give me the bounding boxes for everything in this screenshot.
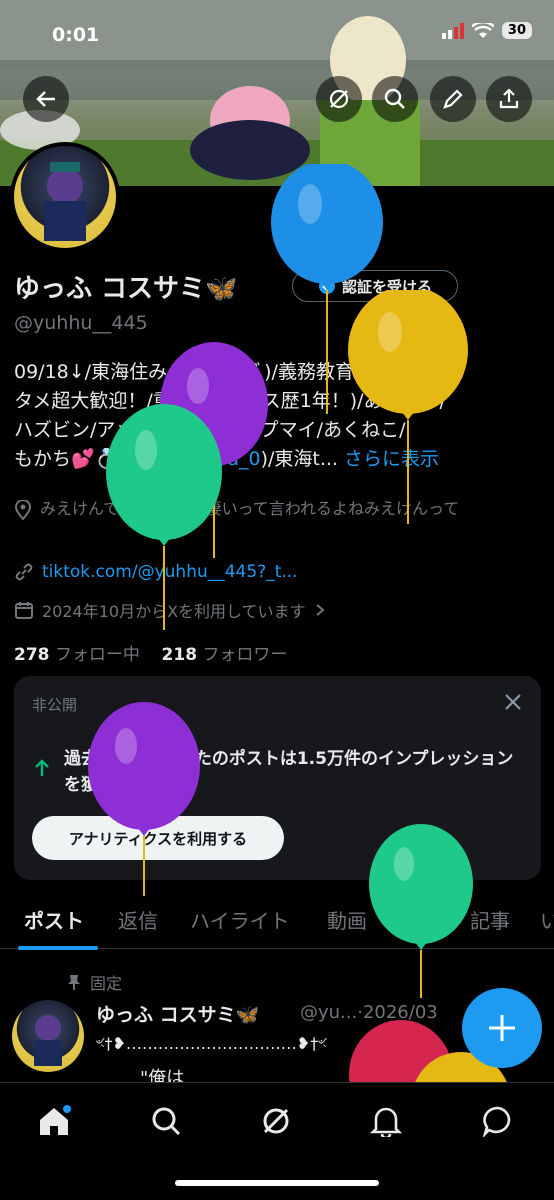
tab-highlights[interactable]: ハイライト — [190, 905, 290, 934]
balloon-purple — [88, 702, 200, 896]
home-indicator — [175, 1180, 379, 1186]
post-author-avatar[interactable] — [12, 1000, 84, 1072]
nav-notifications[interactable] — [366, 1101, 406, 1141]
tab-replies[interactable]: 返信 — [118, 905, 158, 934]
wifi-icon — [471, 22, 494, 38]
following-count: 278 — [14, 645, 50, 665]
status-time: 0:01 — [52, 24, 100, 46]
followers-label: フォロワー — [202, 645, 288, 665]
battery-icon: 30 — [501, 22, 532, 39]
chevron-right-icon — [315, 604, 325, 616]
nav-home[interactable] — [34, 1101, 74, 1141]
follow-stats: 278 フォロー中 218 フォロワー — [14, 640, 287, 665]
chat-bubble-icon — [482, 1106, 511, 1137]
location-pin-icon — [14, 500, 32, 520]
profile-avatar[interactable] — [10, 142, 120, 252]
signal-icon — [441, 22, 464, 39]
tab-likes[interactable]: い — [540, 905, 554, 934]
following-label: フォロー中 — [54, 645, 140, 665]
home-icon — [40, 1105, 71, 1135]
display-name: ゆっふ コスサミ🦋 — [14, 274, 238, 304]
balloon-green — [369, 824, 473, 998]
trend-up-icon — [32, 758, 52, 783]
tab-articles[interactable]: 記事 — [470, 905, 510, 934]
search-button[interactable] — [372, 76, 418, 122]
search-icon — [152, 1107, 181, 1136]
post-text-line: ৼ†❥‥‥‥‥‥‥‥‥‥‥‥‥‥‥‥‥❥†ৼ — [96, 1034, 327, 1053]
user-handle: @yuhhu__445 — [14, 312, 148, 334]
back-button[interactable] — [23, 76, 69, 122]
edit-button[interactable] — [430, 76, 476, 122]
calendar-icon — [15, 602, 33, 619]
avatar-photo — [34, 1015, 62, 1066]
share-icon — [499, 88, 519, 109]
pinned-label: 固定 — [90, 974, 123, 993]
balloon-green — [106, 404, 222, 630]
avatar-photo — [44, 162, 86, 241]
close-card-button[interactable] — [503, 692, 523, 718]
pin-icon — [68, 975, 80, 990]
compose-post-button[interactable] — [462, 988, 542, 1068]
tab-posts[interactable]: ポスト — [24, 905, 84, 934]
following-link[interactable]: 278 フォロー中 — [14, 645, 140, 665]
link-icon — [15, 563, 33, 581]
pencil-icon — [443, 89, 463, 109]
bell-icon — [370, 1107, 402, 1137]
arrow-left-icon — [36, 91, 55, 107]
nav-grok[interactable] — [256, 1101, 296, 1141]
grok-button[interactable] — [316, 76, 362, 122]
status-bar: 0:01 30 — [0, 0, 554, 70]
followers-count: 218 — [161, 645, 198, 665]
plus-icon — [489, 1015, 515, 1041]
grok-icon — [263, 1108, 289, 1134]
status-icons: 30 — [441, 22, 532, 39]
followers-link[interactable]: 218 フォロワー — [162, 645, 288, 665]
search-icon — [384, 88, 405, 109]
share-button[interactable] — [486, 76, 532, 122]
grok-icon — [329, 89, 349, 109]
active-tab-indicator — [18, 946, 98, 950]
nav-messages[interactable] — [478, 1101, 518, 1141]
balloon-yellow — [348, 290, 468, 524]
private-label: 非公開 — [32, 696, 78, 714]
post-author-name[interactable]: ゆっふ コスサミ🦋 — [96, 1000, 259, 1027]
nav-explore[interactable] — [146, 1101, 186, 1141]
pinned-indicator: 固定 — [66, 970, 122, 994]
tab-videos[interactable]: 動画 — [327, 905, 367, 934]
close-icon — [505, 694, 521, 710]
